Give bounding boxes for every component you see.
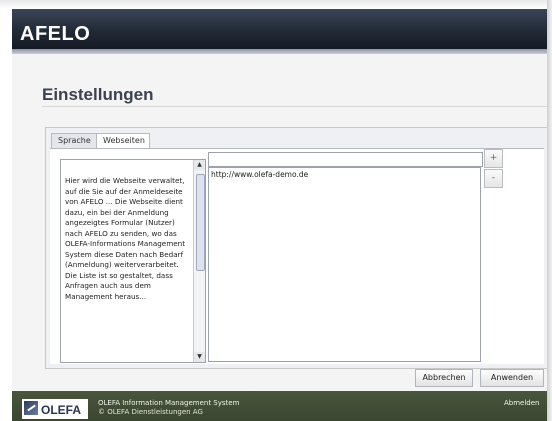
footer-copyright: © OLEFA Dienstleistungen AG (98, 408, 203, 416)
right-shadow (547, 0, 552, 421)
tab-content: Hier wird die Webseite verwaltet, auf di… (50, 149, 544, 364)
url-input[interactable] (208, 152, 483, 167)
header-bar: AFELO (12, 9, 547, 49)
header-underbar (12, 49, 547, 54)
settings-panel: Sprache Webseiten Hier wird die Webseite… (45, 127, 547, 369)
olefa-logo: OLEFA (22, 399, 88, 419)
scroll-thumb[interactable] (196, 174, 205, 271)
add-url-button[interactable]: + (484, 149, 503, 168)
footer-bar: OLEFA OLEFA Information Management Syste… (12, 391, 547, 421)
brand-title: AFELO (20, 23, 91, 45)
logout-link[interactable]: Abmelden (504, 399, 540, 407)
scroll-up-icon[interactable]: ▲ (194, 160, 205, 170)
scroll-down-icon[interactable]: ▼ (194, 352, 205, 362)
olefa-logo-icon (24, 401, 38, 415)
tab-language[interactable]: Sprache (51, 133, 97, 149)
app-window: AFELO Einstellungen Sprache Webseiten Hi… (12, 9, 547, 421)
remove-url-button[interactable]: - (484, 169, 503, 188)
description-box[interactable]: Hier wird die Webseite verwaltet, auf di… (60, 159, 206, 363)
cancel-button[interactable]: Abbrechen (415, 369, 473, 387)
tab-websites[interactable]: Webseiten (96, 133, 150, 149)
description-text: Hier wird die Webseite verwaltet, auf di… (65, 176, 186, 301)
logo-text: OLEFA (41, 403, 82, 417)
title-divider (42, 106, 547, 107)
page-title: Einstellungen (42, 85, 154, 104)
top-shadow (0, 0, 552, 9)
url-list-item[interactable]: http://www.olefa-demo.de (211, 170, 308, 179)
apply-button[interactable]: Anwenden (480, 369, 544, 387)
description-scrollbar[interactable]: ▲ ▼ (193, 160, 205, 362)
url-list[interactable]: http://www.olefa-demo.de (208, 167, 481, 362)
footer-product-name: OLEFA Information Management System (98, 399, 240, 407)
